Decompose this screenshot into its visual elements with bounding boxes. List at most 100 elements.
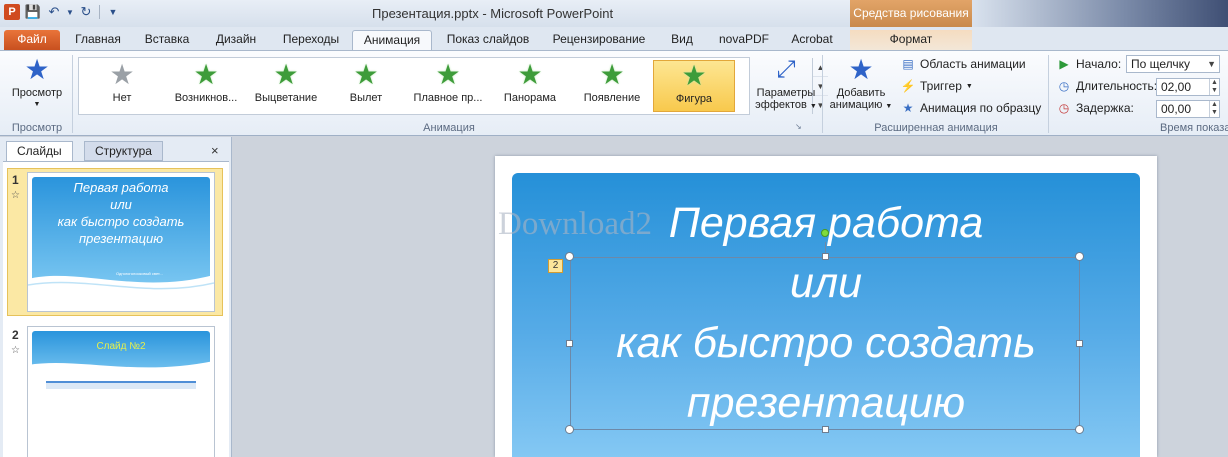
- tab-slides[interactable]: Слайды: [6, 141, 73, 161]
- animation-order-tag[interactable]: 2: [548, 259, 563, 273]
- title-bar-decoration: [972, 0, 1228, 27]
- tab-home[interactable]: Главная: [66, 30, 130, 50]
- animation-fly-in[interactable]: ★ Вылет: [325, 60, 407, 112]
- thumbnail-title: Первая работа или как быстро создать пре…: [32, 179, 210, 247]
- resize-handle-bottom[interactable]: [822, 426, 829, 433]
- thumbnail-title-line: Первая работа: [73, 180, 169, 195]
- current-slide[interactable]: Download2 Первая работа или как быстро с…: [495, 156, 1157, 457]
- play-icon: ▶: [1059, 57, 1069, 71]
- animation-shape[interactable]: ★ Фигура: [653, 60, 735, 112]
- slide-number: 2: [12, 328, 19, 342]
- spinner-icon[interactable]: ▲ ▼: [1209, 79, 1219, 95]
- animation-fade[interactable]: ★ Выцветание: [245, 60, 327, 112]
- resize-handle-top-left[interactable]: [565, 252, 574, 261]
- drawing-tools-header: Средства рисования: [850, 0, 972, 27]
- tab-acrobat[interactable]: Acrobat: [784, 30, 840, 50]
- add-animation-button[interactable]: ★ Добавить анимацию ▼: [826, 55, 896, 113]
- dialog-launcher-icon[interactable]: ↘: [795, 122, 802, 131]
- animation-float-in[interactable]: ★ Плавное пр...: [407, 60, 489, 112]
- animation-painter-button[interactable]: ★ Анимация по образцу: [900, 101, 1042, 115]
- start-value: По щелчку: [1131, 57, 1191, 71]
- tab-view[interactable]: Вид: [664, 30, 700, 50]
- star-wipe-icon: ★: [599, 60, 625, 90]
- customize-toolbar-icon[interactable]: ▼: [105, 4, 121, 20]
- undo-icon[interactable]: ↶: [46, 4, 62, 20]
- tab-insert[interactable]: Вставка: [136, 30, 198, 50]
- powerpoint-logo-icon[interactable]: P: [4, 4, 20, 20]
- thumbnail-title: Слайд №2: [96, 341, 146, 352]
- star-fly-icon: ★: [353, 60, 379, 90]
- add-animation-label-2: анимацию ▼: [830, 99, 893, 113]
- group-separator: [72, 55, 73, 133]
- resize-handle-top-right[interactable]: [1075, 252, 1084, 261]
- chevron-down-icon: ▼: [33, 101, 41, 108]
- lightning-icon: ⚡: [900, 79, 916, 93]
- dropdown-arrow-icon[interactable]: ▼: [66, 4, 74, 20]
- star-appear-icon: ★: [193, 60, 219, 90]
- effect-options-icon: ⤢: [776, 56, 796, 83]
- resize-handle-top[interactable]: [822, 253, 829, 260]
- preview-button[interactable]: ★ Просмотр ▼: [6, 55, 68, 111]
- animation-star-icon: ☆: [11, 345, 20, 356]
- start-label: Начало:: [1076, 57, 1122, 71]
- animation-painter-icon: ★: [902, 101, 914, 115]
- redo-icon[interactable]: ↻: [78, 4, 94, 20]
- add-animation-icon: ★: [848, 54, 874, 85]
- tab-novapdf[interactable]: novaPDF: [712, 30, 776, 50]
- duration-label: Длительность:: [1076, 79, 1158, 93]
- star-shape-icon: ★: [681, 60, 707, 91]
- resize-handle-right[interactable]: [1076, 340, 1083, 347]
- resize-handle-bottom-left[interactable]: [565, 425, 574, 434]
- group-label-advanced: Расширенная анимация: [874, 122, 998, 134]
- star-gray-icon: ★: [109, 60, 135, 90]
- duration-input[interactable]: 02,00 ▲ ▼: [1156, 78, 1220, 96]
- slide-title-line: Первая работа: [668, 199, 984, 247]
- tab-format[interactable]: Формат: [850, 30, 972, 50]
- chevron-down-icon: ▼: [885, 103, 893, 110]
- delay-input[interactable]: 00,00 ▲ ▼: [1156, 100, 1220, 118]
- effect-options-button[interactable]: ⤢ Параметры эффектов ▼: [752, 55, 820, 113]
- star-split-icon: ★: [517, 60, 543, 90]
- resize-handle-left[interactable]: [566, 340, 573, 347]
- table-cell: [96, 387, 146, 389]
- save-icon[interactable]: 💾: [25, 4, 41, 20]
- toolbar-separator: [99, 5, 100, 19]
- trigger-button[interactable]: ⚡ Триггер ▼: [900, 79, 973, 93]
- chevron-down-icon: ▼: [965, 82, 973, 90]
- close-icon[interactable]: ×: [211, 143, 219, 158]
- animation-none[interactable]: ★ Нет: [81, 60, 163, 112]
- delay-row: ◷ Задержка:: [1056, 101, 1134, 115]
- tab-review[interactable]: Рецензирование: [546, 30, 652, 50]
- slide-editor[interactable]: Download2 Первая работа или как быстро с…: [233, 137, 1228, 457]
- animation-split[interactable]: ★ Панорама: [489, 60, 571, 112]
- selection-box[interactable]: [570, 257, 1080, 430]
- slide-thumbnail-2[interactable]: Слайд №2: [27, 326, 215, 457]
- group-separator: [822, 55, 823, 133]
- title-bar: P 💾 ↶ ▼ ↻ ▼ Презентация.pptx - Microsoft…: [0, 0, 1228, 27]
- animation-label: Фигура: [675, 93, 713, 105]
- animation-pane-button[interactable]: ▤ Область анимации: [900, 57, 1025, 71]
- tab-animation[interactable]: Анимация: [352, 30, 432, 50]
- tab-transitions[interactable]: Переходы: [274, 30, 348, 50]
- chevron-down-icon: ▼: [809, 103, 817, 110]
- animation-label: Возникнов...: [174, 92, 238, 104]
- tab-file[interactable]: Файл: [4, 30, 60, 50]
- tab-design[interactable]: Дизайн: [206, 30, 266, 50]
- add-animation-line2: анимацию: [829, 99, 883, 111]
- thumbnail-title-line: или: [110, 197, 132, 212]
- tab-slideshow[interactable]: Показ слайдов: [440, 30, 536, 50]
- tab-outline[interactable]: Структура: [84, 141, 163, 161]
- rotation-handle[interactable]: [821, 229, 829, 237]
- animation-wipe[interactable]: ★ Появление: [571, 60, 653, 112]
- animation-appear[interactable]: ★ Возникнов...: [165, 60, 247, 112]
- start-select[interactable]: По щелчку ▼: [1126, 55, 1220, 73]
- duration-row: ◷ Длительность:: [1056, 79, 1157, 93]
- delay-value: 00,00: [1161, 102, 1192, 116]
- slide-thumbnail-1[interactable]: Первая работа или как быстро создать пре…: [27, 172, 215, 312]
- star-float-icon: ★: [435, 60, 461, 90]
- effect-options-label: Параметры: [756, 87, 816, 99]
- delay-label: Задержка:: [1076, 101, 1134, 115]
- spinner-icon[interactable]: ▲ ▼: [1209, 101, 1219, 117]
- add-animation-label: Добавить: [836, 87, 886, 99]
- resize-handle-bottom-right[interactable]: [1075, 425, 1084, 434]
